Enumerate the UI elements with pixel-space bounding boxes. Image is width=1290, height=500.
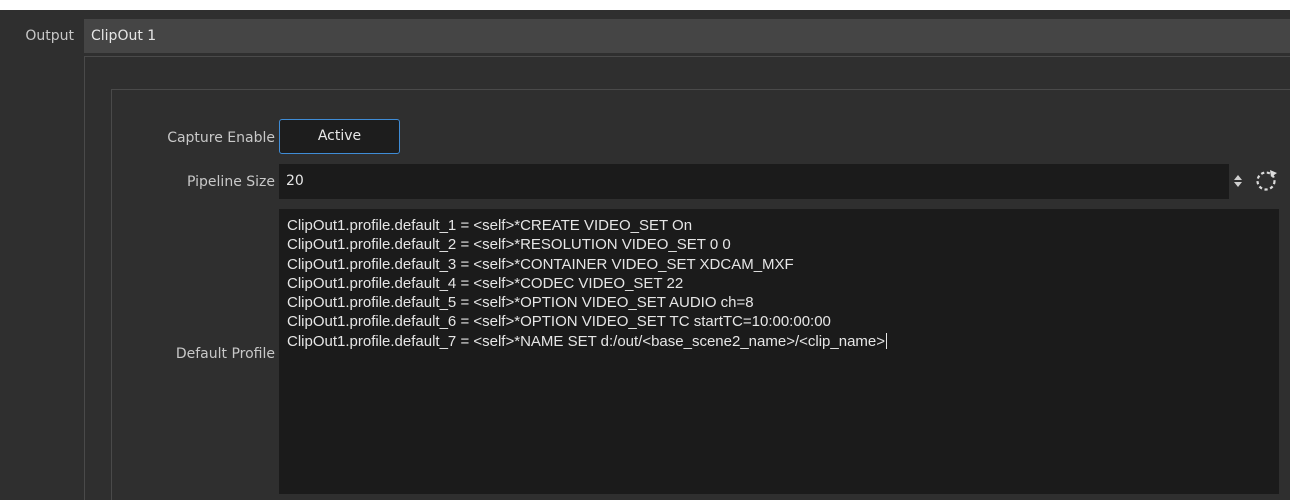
profile-line: ClipOut1.profile.default_5 = <self>*OPTI…	[287, 294, 754, 312]
pipeline-size-label: Pipeline Size	[187, 174, 275, 190]
default-profile-textarea[interactable]: ClipOut1.profile.default_1 = <self>*CREA…	[279, 209, 1279, 494]
text-caret	[886, 332, 888, 349]
profile-line-last: ClipOut1.profile.default_7 = <self>*NAME…	[287, 332, 1271, 351]
capture-enable-button[interactable]: Active	[279, 119, 400, 154]
top-strip	[0, 0, 1290, 10]
profile-line: ClipOut1.profile.default_2 = <self>*RESO…	[287, 236, 731, 254]
profile-line-last-text: ClipOut1.profile.default_7 = <self>*NAME…	[287, 332, 886, 350]
clip-output-panel: Output ClipOut 1 Capture Enable Active P…	[0, 0, 1290, 500]
profile-line: ClipOut1.profile.default_6 = <self>*OPTI…	[287, 313, 831, 331]
output-tab-clipout1[interactable]: ClipOut 1	[84, 19, 1290, 53]
reset-icon[interactable]	[1253, 168, 1279, 194]
capture-enable-label: Capture Enable	[167, 130, 275, 146]
profile-line: ClipOut1.profile.default_3 = <self>*CONT…	[287, 255, 794, 273]
profile-line: ClipOut1.profile.default_4 = <self>*CODE…	[287, 274, 684, 292]
spinbox-arrows-icon[interactable]	[1232, 172, 1244, 190]
profile-line: ClipOut1.profile.default_1 = <self>*CREA…	[287, 217, 693, 234]
output-label: Output	[25, 28, 74, 44]
pipeline-size-input[interactable]: 20	[279, 164, 1229, 199]
default-profile-label: Default Profile	[175, 346, 275, 362]
